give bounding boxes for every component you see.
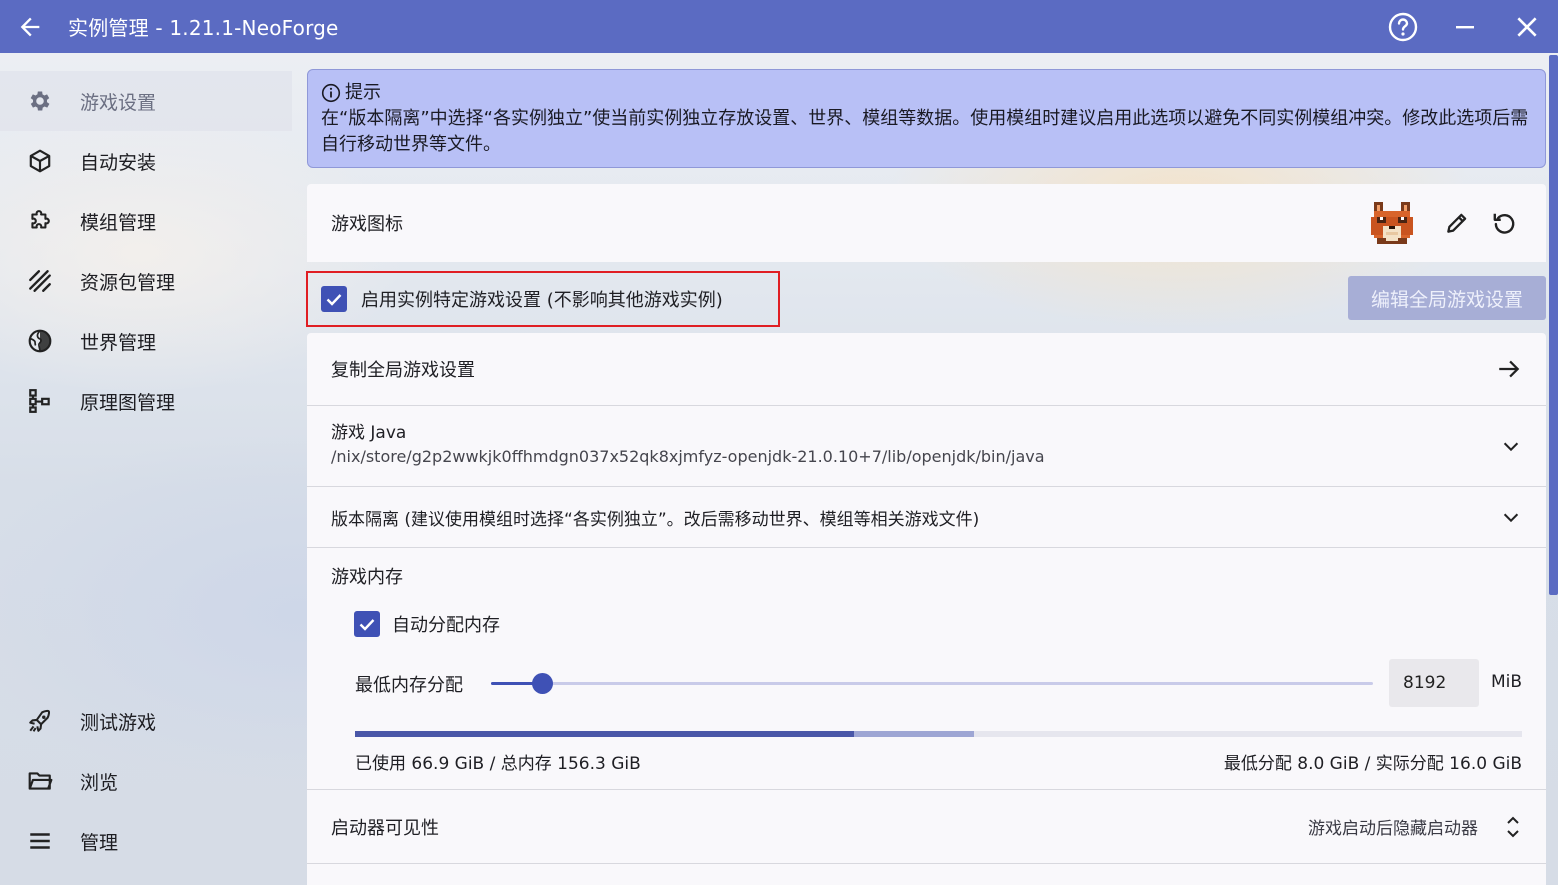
sidebar-item-label: 测试游戏 [80,711,157,734]
java-label: 游戏 Java [331,423,407,443]
arrow-left-icon [20,17,40,36]
game-java-row[interactable]: 游戏 Java /nix/store/g2p2wwkjk0ffhmdgn037x… [307,406,1546,487]
copy-global-label: 复制全局游戏设置 [331,360,475,381]
help-button[interactable] [1372,0,1434,53]
sidebar-item-label: 游戏设置 [80,91,157,114]
game-icon-row: 游戏图标 [307,184,1546,262]
java-path: /nix/store/g2p2wwkjk0ffhmdgn037x52qk8xjm… [331,447,1045,466]
sidebar-item-auto-install[interactable]: 自动安装 [0,131,292,191]
enable-specific-label: 启用实例特定游戏设置 (不影响其他游戏实例) [361,290,723,311]
reset-icon-button[interactable] [1486,210,1522,236]
close-button[interactable] [1496,0,1558,53]
min-memory-slider-thumb[interactable] [532,673,553,694]
game-icon-label: 游戏图标 [331,214,403,235]
hint-text: 在“版本隔离”中选择“各实例独立”使当前实例独立存放设置、世界、模组等数据。使用… [321,108,1529,155]
close-icon [1517,16,1537,37]
minimize-icon [1456,25,1474,28]
check-icon [326,294,342,306]
gear-icon [0,88,80,114]
hint-panel: 提示 在“版本隔离”中选择“各实例独立”使当前实例独立存放设置、世界、模组等数据… [307,69,1546,168]
sidebar-item-manage[interactable]: 管理 [0,811,292,871]
memory-usage-text: 已使用 66.9 GiB / 总内存 156.3 GiB [355,754,641,774]
min-memory-label: 最低内存分配 [355,675,463,696]
sidebar-item-schematics[interactable]: 原理图管理 [0,371,292,431]
folder-icon [0,768,80,794]
sidebar-item-label: 模组管理 [80,211,157,234]
isolation-label: 版本隔离 (建议使用模组时选择“各实例独立”。改后需移动世界、模组等相关游戏文件… [331,509,980,530]
minimize-button[interactable] [1434,0,1496,53]
arrow-right-icon [1499,360,1520,378]
enable-specific-checkbox[interactable] [321,286,347,312]
sidebar-item-mods[interactable]: 模组管理 [0,191,292,251]
sidebar-item-label: 浏览 [80,771,119,794]
title-bar: 实例管理 - 1.21.1-NeoForge [0,0,1558,53]
help-icon [1388,12,1418,41]
sidebar-item-worlds[interactable]: 世界管理 [0,311,292,371]
memory-alloc-text: 最低分配 8.0 GiB / 实际分配 16.0 GiB [1223,754,1522,774]
sidebar-item-resource-packs[interactable]: 资源包管理 [0,251,292,311]
sidebar-item-test-game[interactable]: 测试游戏 [0,691,292,751]
check-icon [359,619,375,631]
rocket-icon [0,708,80,734]
cube-icon [0,148,80,174]
sidebar-item-label: 资源包管理 [80,271,176,294]
menu-icon [0,828,80,854]
pencil-icon [1447,213,1467,233]
auto-memory-checkbox[interactable] [354,611,380,637]
texture-icon [0,268,80,294]
memory-used-segment [355,731,855,737]
chevron-down-icon [1503,442,1519,452]
unfold-icon [1507,816,1519,837]
reset-icon [1493,213,1515,234]
launcher-visibility-value: 游戏启动后隐藏启动器 [1308,819,1478,839]
copy-global-settings-row[interactable]: 复制全局游戏设置 [307,333,1546,406]
sidebar-item-label: 世界管理 [80,331,157,354]
version-isolation-row[interactable]: 版本隔离 (建议使用模组时选择“各实例独立”。改后需移动世界、模组等相关游戏文件… [307,487,1546,548]
back-button[interactable] [0,0,60,53]
min-memory-slider-track[interactable] [491,682,1373,685]
scrollbar-thumb[interactable] [1549,55,1558,595]
edit-icon-button[interactable] [1428,210,1486,236]
globe-icon [0,328,80,354]
memory-title: 游戏内存 [331,567,403,588]
min-memory-input[interactable]: 8192 [1389,659,1479,707]
auto-memory-toggle[interactable]: 自动分配内存 [354,611,500,637]
auto-memory-label: 自动分配内存 [392,615,500,636]
enable-specific-settings[interactable]: 启用实例特定游戏设置 (不影响其他游戏实例) [306,271,780,327]
sidebar-item-label: 管理 [80,831,119,854]
game-memory-section: 游戏内存 自动分配内存 最低内存分配 MiB 已使用 66.9 GiB / 总内… [307,548,1546,790]
edit-global-settings-button[interactable]: 编辑全局游戏设置 [1348,276,1546,320]
sidebar-item-browse[interactable]: 浏览 [0,751,292,811]
launcher-visibility-row[interactable]: 启动器可见性 游戏启动后隐藏启动器 [307,790,1546,864]
puzzle-icon [0,208,80,234]
launcher-visibility-label: 启动器可见性 [331,817,439,839]
sidebar-item-label: 自动安装 [80,151,157,174]
memory-usage-bar [355,731,1522,737]
memory-unit: MiB [1491,672,1523,692]
next-row [307,864,1546,885]
window-title: 实例管理 - 1.21.1-NeoForge [68,16,339,40]
schematic-icon [0,388,80,414]
info-icon [321,83,341,103]
sidebar-item-label: 原理图管理 [80,391,176,414]
chevron-down-icon [1503,513,1519,523]
sidebar-item-game-settings[interactable]: 游戏设置 [0,71,292,131]
fox-instance-icon [1371,202,1413,244]
hint-title: 提示 [345,82,381,103]
